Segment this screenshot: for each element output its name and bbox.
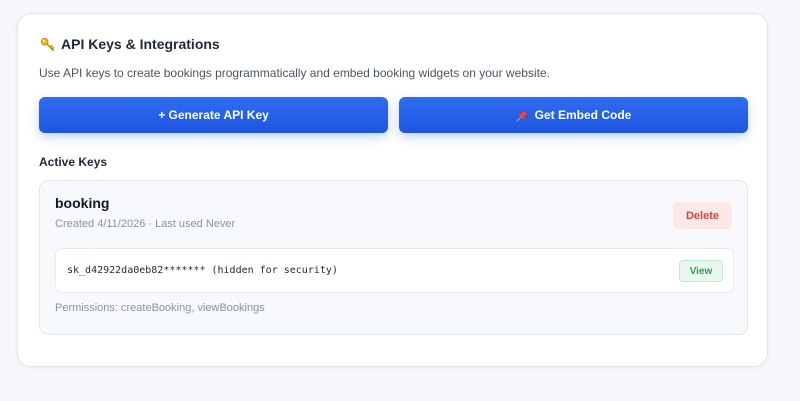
api-key-name: booking xyxy=(55,195,110,211)
get-embed-code-button[interactable]: Get Embed Code xyxy=(399,97,748,133)
key-icon xyxy=(40,37,55,51)
get-embed-code-label: Get Embed Code xyxy=(534,108,632,122)
generate-api-key-label: + Generate API Key xyxy=(158,108,269,122)
pushpin-icon xyxy=(516,109,528,121)
page-description: Use API keys to create bookings programm… xyxy=(39,66,550,80)
page-title-text: API Keys & Integrations xyxy=(61,36,220,52)
api-key-item: booking Created 4/11/2026 · Last used Ne… xyxy=(39,180,748,335)
view-key-button[interactable]: View xyxy=(679,260,723,282)
api-keys-card: API Keys & Integrations Use API keys to … xyxy=(17,13,768,367)
generate-api-key-button[interactable]: + Generate API Key xyxy=(39,97,388,133)
page-title: API Keys & Integrations xyxy=(40,36,220,52)
api-key-secret-box: sk_d42922da0eb82******* (hidden for secu… xyxy=(55,248,734,293)
api-key-permissions: Permissions: createBooking, viewBookings xyxy=(55,302,265,314)
delete-key-button[interactable]: Delete xyxy=(673,202,732,229)
api-key-meta: Created 4/11/2026 · Last used Never xyxy=(55,218,236,230)
api-key-secret: sk_d42922da0eb82******* (hidden for secu… xyxy=(67,265,338,276)
active-keys-heading: Active Keys xyxy=(39,155,108,169)
